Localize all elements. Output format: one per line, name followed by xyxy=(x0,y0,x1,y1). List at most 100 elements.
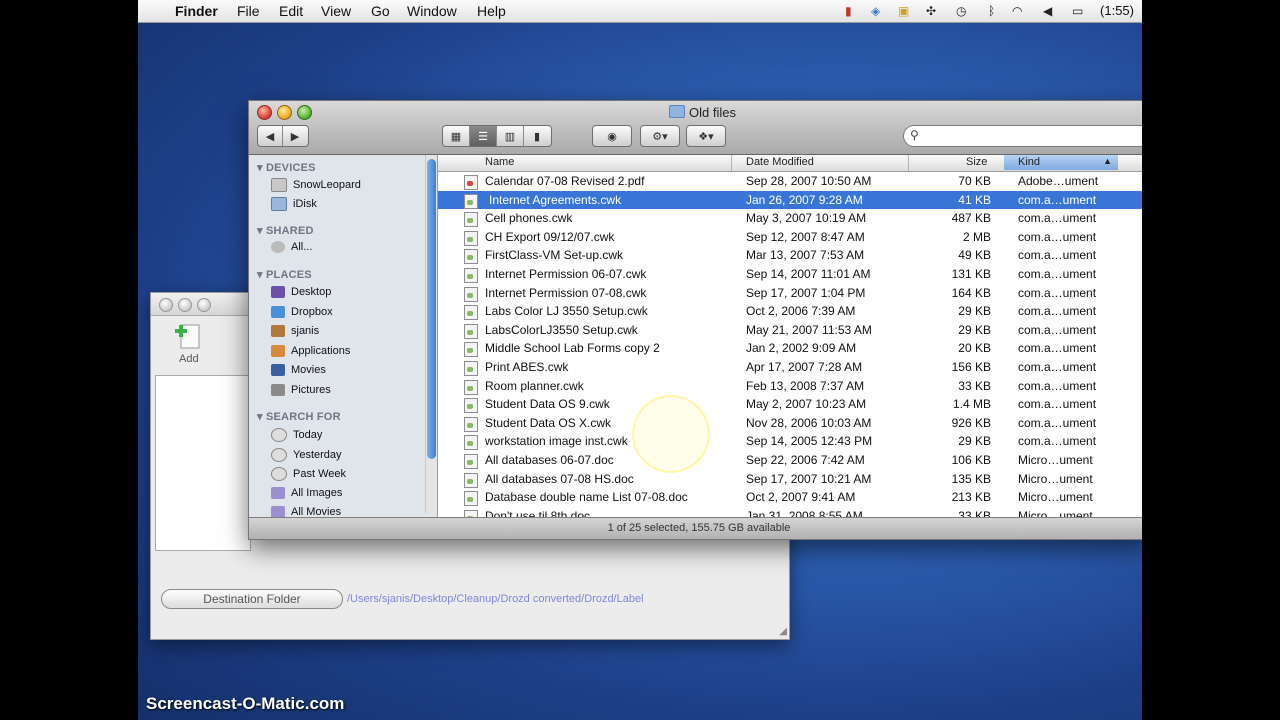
file-row[interactable]: Database double name List 07-08.doc Oct 2… xyxy=(438,488,1142,507)
menu-view[interactable]: View xyxy=(321,3,351,19)
bluetooth-icon[interactable]: ᛒ xyxy=(988,4,995,18)
sidebar-item-all-movies[interactable]: All Movies xyxy=(271,506,341,517)
cover-flow-icon[interactable]: ▮ xyxy=(524,126,550,146)
sidebar-item-all-shared[interactable]: All... xyxy=(271,241,312,253)
file-list-box[interactable] xyxy=(155,375,251,551)
menu-edit[interactable]: Edit xyxy=(279,3,303,19)
file-size: 33 KB xyxy=(958,508,991,517)
action-menu-button[interactable]: ⚙▾ xyxy=(640,125,680,147)
dropbox-status-icon[interactable]: ◈ xyxy=(871,4,880,18)
icon-view-icon[interactable]: ▦ xyxy=(443,126,470,146)
minimize-button[interactable] xyxy=(277,105,292,120)
document-icon xyxy=(464,268,478,283)
menu-go[interactable]: Go xyxy=(371,3,390,19)
file-row[interactable]: Cell phones.cwk May 3, 2007 10:19 AM 487 K… xyxy=(438,209,1142,228)
search-field[interactable]: ⚲ xyxy=(903,125,1142,147)
cursor-highlight xyxy=(632,395,710,473)
sidebar-item-dropbox[interactable]: Dropbox xyxy=(271,306,333,318)
sidebar-scrollbar[interactable] xyxy=(425,155,437,513)
sidebar-item-snowleopard[interactable]: SnowLeopard xyxy=(271,178,361,192)
file-kind: com.a…ument xyxy=(1018,397,1097,412)
column-view-icon[interactable]: ▥ xyxy=(497,126,524,146)
document-icon xyxy=(464,361,478,376)
file-row[interactable]: CH Export 09/12/07.cwk Sep 12, 2007 8:47 … xyxy=(438,228,1142,247)
quick-look-button[interactable]: ◉ xyxy=(592,125,632,147)
file-row[interactable]: Don't use til 8th.doc Jan 31, 2008 8:55 A… xyxy=(438,507,1142,517)
file-row[interactable]: Labs Color LJ 3550 Setup.cwk Oct 2, 2006 … xyxy=(438,302,1142,321)
file-row[interactable]: All databases 07-08 HS.doc Sep 17, 2007 1… xyxy=(438,470,1142,489)
status-notes-icon[interactable]: ▣ xyxy=(898,4,909,18)
sidebar-item-all-images[interactable]: All Images xyxy=(271,487,342,499)
list-view-icon[interactable]: ☰ xyxy=(470,126,497,146)
time-machine-icon[interactable]: ◷ xyxy=(956,4,966,18)
sidebar-item-home[interactable]: sjanis xyxy=(271,325,319,337)
sidebar-section-search-for[interactable]: ▾ SEARCH FOR xyxy=(257,410,341,423)
file-size: 70 KB xyxy=(958,174,991,188)
back-arrow-icon[interactable]: ◀ xyxy=(258,126,283,146)
document-icon xyxy=(464,230,478,246)
destination-folder-button[interactable]: Destination Folder xyxy=(161,589,343,609)
file-row[interactable]: Room planner.cwk Feb 13, 2008 7:37 AM 33 K… xyxy=(438,377,1142,396)
file-row[interactable]: Internet Agreements.cwk Jan 26, 2007 9:28… xyxy=(438,190,1142,210)
file-row[interactable]: LabsColorLJ3550 Setup.cwk May 21, 2007 11… xyxy=(438,321,1142,340)
sidebar-item-past-week[interactable]: Past Week xyxy=(271,467,346,481)
finder-toolbar: Old files ◀ ▶ ▦ ☰ ▥ ▮ ◉ ⚙▾ ❖▾ ⚲ xyxy=(249,101,1142,155)
file-row[interactable]: Calendar 07-08 Revised 2.pdf Sep 28, 2007… xyxy=(438,172,1142,191)
column-name[interactable]: Name xyxy=(485,156,514,168)
file-row[interactable]: FirstClass-VM Set-up.cwk Mar 13, 2007 7:5… xyxy=(438,246,1142,265)
sidebar-section-devices[interactable]: ▾ DEVICES xyxy=(257,161,316,174)
menu-window[interactable]: Window xyxy=(407,3,457,19)
menu-app-name[interactable]: Finder xyxy=(175,3,218,19)
hard-drive-icon xyxy=(271,178,287,192)
file-row[interactable]: workstation image inst.cwk Sep 14, 2005 1… xyxy=(438,432,1142,451)
wifi-icon[interactable]: ◠ xyxy=(1012,4,1022,18)
file-name: CH Export 09/12/07.cwk xyxy=(485,229,615,244)
minimize-button[interactable] xyxy=(178,298,192,312)
volume-icon[interactable]: ◀ xyxy=(1043,4,1052,18)
file-date-modified: Sep 12, 2007 8:47 AM xyxy=(746,229,865,244)
dropbox-menu-button[interactable]: ❖▾ xyxy=(686,125,726,147)
file-row[interactable]: Internet Permission 07-08.cwk Sep 17, 200… xyxy=(438,284,1142,303)
file-row[interactable]: Print ABES.cwk Apr 17, 2007 7:28 AM 156 KB… xyxy=(438,358,1142,377)
sidebar-item-desktop[interactable]: Desktop xyxy=(271,286,331,298)
sidebar: ▾ DEVICES SnowLeopard iDisk ▾ SHARED All… xyxy=(249,155,438,517)
sidebar-item-pictures[interactable]: Pictures xyxy=(271,384,331,396)
menu-file[interactable]: File xyxy=(237,3,260,19)
sidebar-item-idisk[interactable]: iDisk xyxy=(271,197,317,211)
document-icon xyxy=(464,454,478,469)
close-button[interactable] xyxy=(257,105,272,120)
resize-grip-icon[interactable]: ◢ xyxy=(779,626,787,637)
close-button[interactable] xyxy=(159,298,173,312)
file-name: Room planner.cwk xyxy=(485,378,584,393)
sidebar-item-applications[interactable]: Applications xyxy=(271,345,350,357)
file-kind: Micro…ument xyxy=(1018,453,1093,467)
column-size[interactable]: Size xyxy=(966,156,987,168)
sidebar-section-places[interactable]: ▾ PLACES xyxy=(257,268,312,281)
file-row[interactable]: Student Data OS 9.cwk May 2, 2007 10:23 A… xyxy=(438,395,1142,414)
file-row[interactable]: Internet Permission 06-07.cwk Sep 14, 200… xyxy=(438,265,1142,284)
status-app-icon[interactable]: ▮ xyxy=(845,4,852,18)
menu-help[interactable]: Help xyxy=(477,3,506,19)
sidebar-item-today[interactable]: Today xyxy=(271,428,322,442)
script-menu-icon[interactable]: ✣ xyxy=(926,4,936,18)
sidebar-item-movies[interactable]: Movies xyxy=(271,364,326,376)
forward-arrow-icon[interactable]: ▶ xyxy=(283,126,307,146)
sidebar-item-yesterday[interactable]: Yesterday xyxy=(271,448,342,462)
file-date-modified: Mar 13, 2007 7:53 AM xyxy=(746,248,865,263)
applications-icon xyxy=(271,345,285,357)
battery-icon[interactable]: ▭ xyxy=(1072,4,1083,18)
add-file-icon[interactable] xyxy=(173,321,203,351)
column-kind[interactable]: Kind ▲ xyxy=(1004,155,1118,170)
file-row[interactable]: Middle School Lab Forms copy 2 Jan 2, 200… xyxy=(438,339,1142,358)
scroll-thumb[interactable] xyxy=(427,159,436,459)
file-row[interactable]: All databases 06-07.doc Sep 22, 2006 7:42… xyxy=(438,451,1142,470)
column-date-modified[interactable]: Date Modified xyxy=(746,156,814,168)
zoom-button[interactable] xyxy=(297,105,312,120)
desktop: Finder File Edit View Go Window Help ▮ ◈… xyxy=(138,0,1142,720)
file-size: 49 KB xyxy=(958,248,991,263)
zoom-button[interactable] xyxy=(197,298,211,312)
menu-clock[interactable]: (1:55) xyxy=(1100,3,1134,18)
file-size: 926 KB xyxy=(951,415,991,430)
sidebar-section-shared[interactable]: ▾ SHARED xyxy=(257,224,314,237)
file-row[interactable]: Student Data OS X.cwk Nov 28, 2006 10:03 … xyxy=(438,414,1142,433)
